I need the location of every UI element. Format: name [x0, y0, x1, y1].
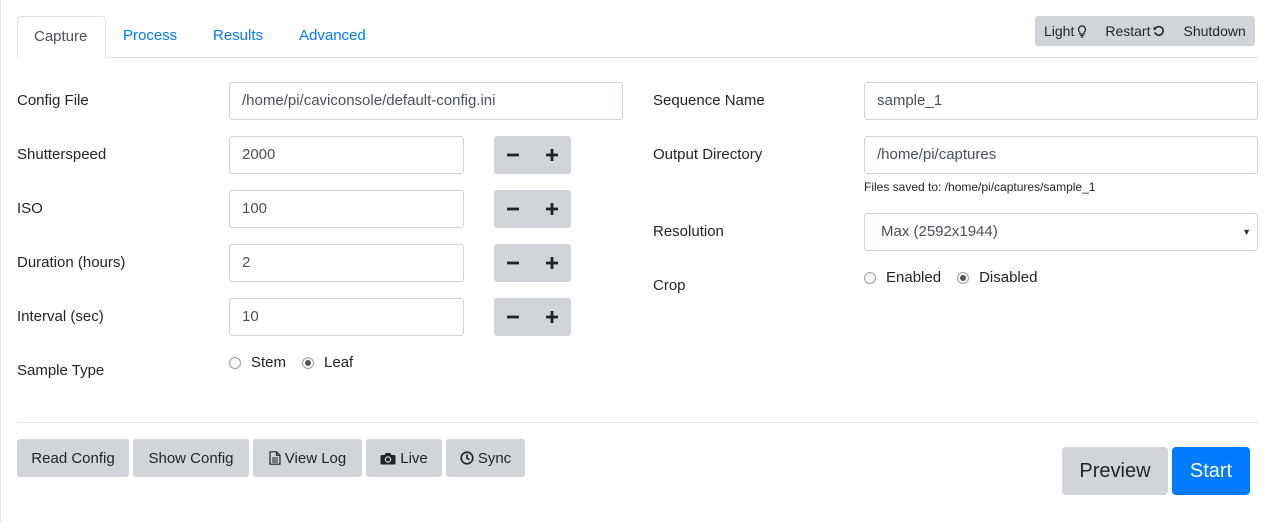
crop-disabled-label: Disabled — [979, 269, 1038, 286]
shutterspeed-decrement-button[interactable] — [494, 136, 533, 174]
crop-enabled-radio[interactable] — [864, 271, 876, 284]
tab-capture[interactable]: Capture — [17, 16, 106, 58]
iso-stepper — [494, 190, 571, 228]
output-directory-help: Files saved to: /home/pi/captures/sample… — [864, 180, 1096, 194]
resolution-select[interactable]: Max (2592x1944) ▼ — [864, 213, 1258, 251]
view-log-button[interactable]: View Log — [253, 439, 362, 477]
interval-input[interactable]: 10 — [229, 298, 464, 336]
iso-input[interactable]: 100 — [229, 190, 464, 228]
minus-icon — [507, 315, 520, 319]
system-button-group: Light Restart Shutdown — [1035, 16, 1255, 46]
crop-enabled-label: Enabled — [886, 269, 942, 286]
section-divider — [17, 422, 1258, 423]
sync-button[interactable]: Sync — [446, 439, 525, 477]
crop-label: Crop — [653, 277, 686, 294]
restart-button[interactable]: Restart — [1096, 16, 1174, 46]
iso-label: ISO — [17, 200, 43, 217]
shutterspeed-stepper — [494, 136, 571, 174]
sequence-name-input[interactable]: sample_1 — [864, 82, 1258, 120]
shutdown-label: Shutdown — [1183, 23, 1246, 39]
resolution-label: Resolution — [653, 223, 724, 240]
plus-icon — [545, 257, 558, 269]
output-directory-input[interactable]: /home/pi/captures — [864, 136, 1258, 174]
output-directory-label: Output Directory — [653, 146, 763, 163]
shutdown-button[interactable]: Shutdown — [1174, 16, 1254, 46]
light-label: Light — [1044, 23, 1075, 39]
shutterspeed-label: Shutterspeed — [17, 146, 107, 163]
capture-panel: Capture Process Results Advanced Light R… — [0, 0, 1273, 522]
sample-type-radio-group: Stem Leaf — [229, 354, 369, 371]
tab-process[interactable]: Process — [107, 16, 193, 58]
sample-type-leaf-radio[interactable] — [302, 356, 315, 369]
sample-type-stem-label: Stem — [251, 354, 287, 371]
show-config-button[interactable]: Show Config — [133, 439, 249, 477]
shutterspeed-increment-button[interactable] — [533, 136, 572, 174]
crop-disabled-radio[interactable] — [957, 271, 970, 284]
duration-stepper — [494, 244, 571, 282]
interval-decrement-button[interactable] — [494, 298, 533, 336]
preview-label: Preview — [1079, 459, 1151, 482]
resolution-value: Max (2592x1944) — [881, 223, 998, 240]
sync-label: Sync — [477, 449, 512, 467]
start-label: Start — [1189, 459, 1233, 482]
start-button[interactable]: Start — [1172, 447, 1250, 495]
tab-advanced[interactable]: Advanced — [283, 16, 382, 58]
interval-stepper — [494, 298, 571, 336]
plus-icon — [545, 203, 558, 215]
iso-decrement-button[interactable] — [494, 190, 533, 228]
duration-increment-button[interactable] — [533, 244, 572, 282]
sequence-name-label: Sequence Name — [653, 92, 765, 109]
live-label: Live — [400, 449, 428, 467]
camera-icon — [380, 452, 396, 464]
preview-button[interactable]: Preview — [1062, 447, 1168, 495]
lightbulb-icon — [1078, 24, 1087, 38]
restart-label: Restart — [1105, 23, 1151, 39]
sample-type-label: Sample Type — [17, 362, 105, 379]
show-config-label: Show Config — [148, 449, 234, 467]
restart-icon — [1154, 25, 1165, 36]
read-config-button[interactable]: Read Config — [17, 439, 129, 477]
interval-increment-button[interactable] — [533, 298, 572, 336]
crop-radio-group: Enabled Disabled — [864, 269, 1053, 286]
plus-icon — [545, 311, 558, 323]
sample-type-stem-radio[interactable] — [229, 356, 241, 369]
file-text-icon — [269, 451, 281, 465]
chevron-down-icon: ▼ — [1242, 227, 1251, 237]
config-file-input[interactable]: /home/pi/caviconsole/default-config.ini — [229, 82, 623, 120]
config-file-label: Config File — [17, 92, 89, 109]
duration-decrement-button[interactable] — [494, 244, 533, 282]
sample-type-leaf-label: Leaf — [324, 354, 354, 371]
plus-icon — [545, 149, 558, 161]
shutterspeed-input[interactable]: 2000 — [229, 136, 464, 174]
interval-label: Interval (sec) — [17, 308, 104, 325]
live-button[interactable]: Live — [366, 439, 442, 477]
iso-increment-button[interactable] — [533, 190, 572, 228]
minus-icon — [507, 261, 520, 265]
duration-input[interactable]: 2 — [229, 244, 464, 282]
duration-label: Duration (hours) — [17, 254, 126, 271]
read-config-label: Read Config — [31, 449, 115, 467]
view-log-label: View Log — [284, 449, 347, 467]
light-button[interactable]: Light — [1035, 16, 1096, 46]
minus-icon — [507, 153, 520, 157]
clock-icon — [460, 451, 474, 465]
minus-icon — [507, 207, 520, 211]
tab-results[interactable]: Results — [197, 16, 279, 58]
